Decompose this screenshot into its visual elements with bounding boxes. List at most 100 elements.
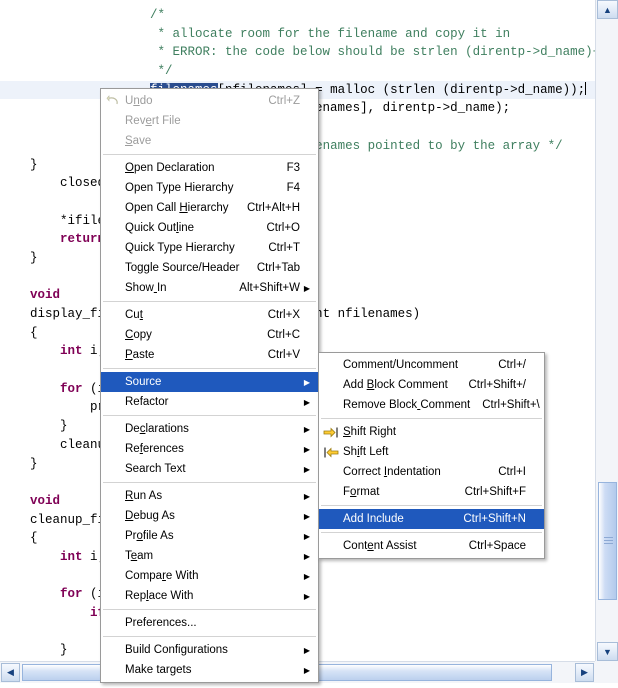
menu-item-icon-slot — [101, 131, 125, 151]
submenu-arrow-icon: ▶ — [300, 572, 314, 581]
menu-item-shortcut: F4 — [275, 182, 300, 194]
menu-item-open-call-hierarchy[interactable]: Open Call Hierarchy Ctrl+Alt+H — [101, 198, 318, 218]
menu-item-comment-uncomment[interactable]: Comment/UncommentCtrl+/ — [319, 355, 544, 375]
menu-item-label: Shift Right — [343, 426, 396, 438]
menu-item-label: Quick Type Hierarchy — [125, 242, 235, 254]
menu-item-add-include[interactable]: Add IncludeCtrl+Shift+N — [319, 509, 544, 529]
menu-item-label: Add Include — [343, 513, 404, 525]
menu-item-make-targets[interactable]: Make targets▶ — [101, 660, 318, 680]
menu-item-shortcut: Ctrl+Tab — [245, 262, 300, 274]
menu-item-copy[interactable]: CopyCtrl+C — [101, 325, 318, 345]
menu-item-icon-slot — [101, 258, 125, 278]
menu-item-cut[interactable]: CutCtrl+X — [101, 305, 318, 325]
menu-item-declarations[interactable]: Declarations▶ — [101, 419, 318, 439]
scroll-down-icon[interactable]: ▼ — [597, 642, 618, 661]
menu-item-shortcut: Ctrl+O — [254, 222, 300, 234]
menu-item-correct-indentation[interactable]: Correct IndentationCtrl+I — [319, 462, 544, 482]
code-line: */ — [0, 62, 595, 81]
menu-item-icon-slot — [101, 506, 125, 526]
menu-item-show-in[interactable]: Show InAlt+Shift+W▶ — [101, 278, 318, 298]
menu-item-preferences[interactable]: Preferences... — [101, 613, 318, 633]
menu-item-icon-slot — [101, 158, 125, 178]
menu-item-icon-slot — [319, 395, 343, 415]
menu-separator — [103, 636, 316, 637]
menu-item-remove-block-comment[interactable]: Remove Block CommentCtrl+Shift+\ — [319, 395, 544, 415]
code-line: /* — [0, 6, 595, 25]
menu-item-team[interactable]: Team▶ — [101, 546, 318, 566]
menu-item-open-declaration[interactable]: Open DeclarationF3 — [101, 158, 318, 178]
scrollbar-corner — [595, 661, 618, 683]
menu-item-icon-slot — [101, 111, 125, 131]
menu-item-quick-outline[interactable]: Quick OutlineCtrl+O — [101, 218, 318, 238]
menu-item-icon-slot — [101, 640, 125, 660]
scroll-right-icon[interactable]: ▶ — [575, 663, 594, 682]
menu-item-icon-slot — [319, 442, 343, 462]
menu-item-icon-slot — [319, 375, 343, 395]
menu-item-label: Source — [125, 376, 161, 388]
submenu-arrow-icon: ▶ — [300, 592, 314, 601]
scroll-up-icon[interactable]: ▲ — [597, 0, 618, 19]
menu-item-source[interactable]: Source ▶ — [101, 372, 318, 392]
menu-item-icon-slot — [101, 660, 125, 680]
menu-item-label: Shift Left — [343, 446, 388, 458]
submenu-arrow-icon: ▶ — [300, 378, 314, 387]
menu-separator — [103, 301, 316, 302]
menu-item-label: Remove Block Comment — [343, 399, 470, 411]
vertical-scrollbar-thumb[interactable] — [598, 482, 617, 600]
menu-item-icon-slot — [101, 486, 125, 506]
menu-item-icon-slot — [101, 566, 125, 586]
menu-item-icon-slot — [319, 482, 343, 502]
submenu-arrow-icon: ▶ — [300, 465, 314, 474]
menu-separator — [321, 505, 542, 506]
menu-item-shortcut: Ctrl+Shift+\ — [470, 399, 540, 411]
menu-item-label: Team — [125, 550, 153, 562]
menu-item-shortcut: Ctrl+Shift+/ — [456, 379, 526, 391]
menu-item-shortcut: Ctrl+Space — [457, 540, 526, 552]
submenu-arrow-icon: ▶ — [300, 398, 314, 407]
menu-item-references[interactable]: References▶ — [101, 439, 318, 459]
menu-item-debug-as[interactable]: Debug As▶ — [101, 506, 318, 526]
menu-item-label: Comment/Uncomment — [343, 359, 458, 371]
menu-item-label: Refactor — [125, 396, 168, 408]
menu-item-label: Content Assist — [343, 540, 417, 552]
menu-item-icon-slot — [101, 278, 125, 298]
menu-item-icon-slot — [101, 392, 125, 412]
code-line: * ERROR: the code below should be strlen… — [0, 43, 595, 62]
source-submenu[interactable]: Comment/UncommentCtrl+/Add Block Comment… — [318, 352, 545, 559]
menu-item-label: Make targets — [125, 664, 191, 676]
menu-item-search-text[interactable]: Search Text▶ — [101, 459, 318, 479]
menu-item-label: Undo — [125, 95, 153, 107]
submenu-arrow-icon: ▶ — [300, 492, 314, 501]
menu-item-icon-slot — [101, 526, 125, 546]
scroll-left-icon[interactable]: ◀ — [1, 663, 20, 682]
menu-item-shortcut: Ctrl+Z — [256, 95, 300, 107]
submenu-arrow-icon: ▶ — [300, 425, 314, 434]
menu-item-paste[interactable]: PasteCtrl+V — [101, 345, 318, 365]
menu-item-refactor[interactable]: Refactor ▶ — [101, 392, 318, 412]
menu-item-compare-with[interactable]: Compare With▶ — [101, 566, 318, 586]
menu-item-format[interactable]: FormatCtrl+Shift+F — [319, 482, 544, 502]
submenu-arrow-icon: ▶ — [300, 646, 314, 655]
menu-item-run-as[interactable]: Run As▶ — [101, 486, 318, 506]
menu-item-shift-left[interactable]: Shift Left — [319, 442, 544, 462]
menu-item-profile-as[interactable]: Profile As▶ — [101, 526, 318, 546]
undo-icon — [106, 95, 120, 107]
vertical-scrollbar[interactable]: ▲ ▼ — [595, 0, 618, 661]
menu-separator — [103, 154, 316, 155]
menu-item-shift-right[interactable]: Shift Right — [319, 422, 544, 442]
menu-item-content-assist[interactable]: Content Assist Ctrl+Space — [319, 536, 544, 556]
menu-item-open-type-hierarchy[interactable]: Open Type HierarchyF4 — [101, 178, 318, 198]
menu-item-add-block-comment[interactable]: Add Block CommentCtrl+Shift+/ — [319, 375, 544, 395]
menu-item-toggle-source-header[interactable]: Toggle Source/HeaderCtrl+Tab — [101, 258, 318, 278]
menu-item-replace-with[interactable]: Replace With▶ — [101, 586, 318, 606]
menu-item-icon-slot — [101, 91, 125, 111]
menu-item-label: Correct Indentation — [343, 466, 441, 478]
menu-item-label: Open Call Hierarchy — [125, 202, 229, 214]
submenu-arrow-icon: ▶ — [300, 512, 314, 521]
context-menu[interactable]: UndoCtrl+ZRevert FileSaveOpen Declaratio… — [100, 88, 319, 683]
menu-item-quick-type-hierarchy[interactable]: Quick Type HierarchyCtrl+T — [101, 238, 318, 258]
menu-item-label: Open Declaration — [125, 162, 215, 174]
menu-item-shortcut: Ctrl+Alt+H — [235, 202, 300, 214]
menu-item-icon-slot — [101, 305, 125, 325]
menu-item-build-configurations[interactable]: Build Configurations▶ — [101, 640, 318, 660]
